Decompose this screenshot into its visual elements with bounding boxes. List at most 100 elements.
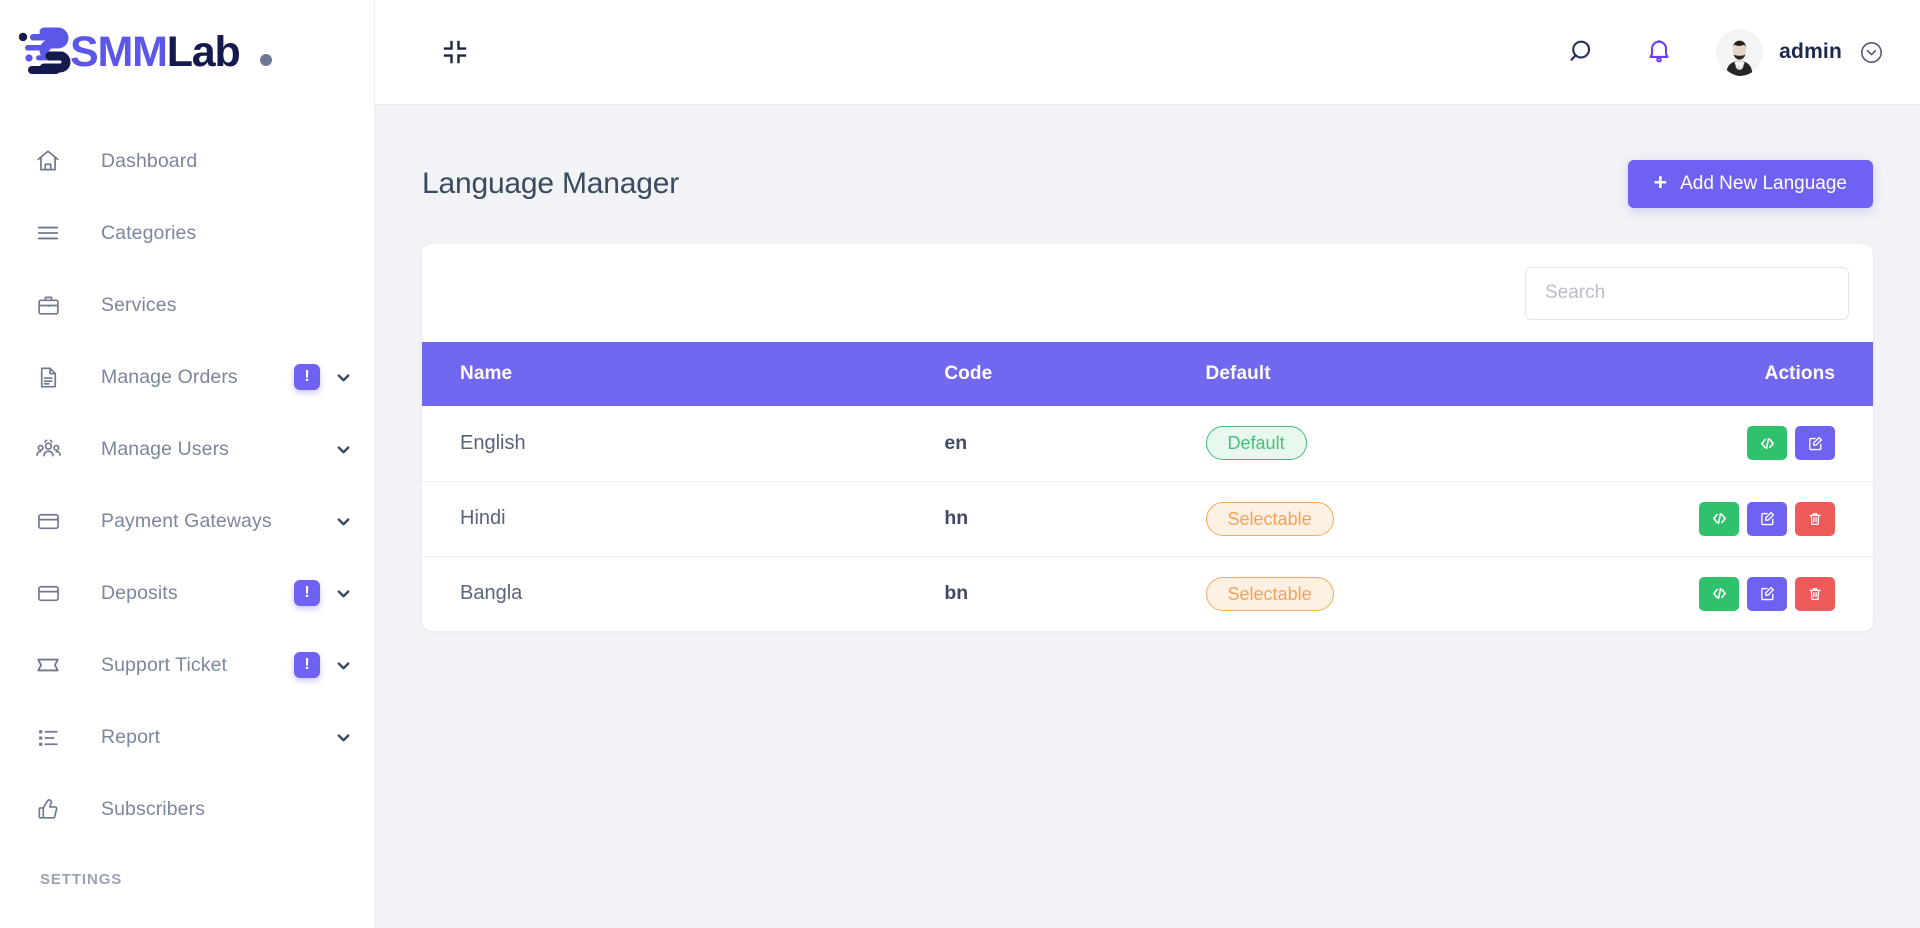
table-row: English en Default [422, 406, 1873, 481]
collapse-icon[interactable] [433, 30, 477, 74]
cell-language-name: Bangla [460, 582, 523, 605]
plus-icon: + [1653, 169, 1668, 195]
status-badge: Selectable [1205, 501, 1334, 536]
sidebar-item-subscribers[interactable]: Subscribers [0, 773, 374, 845]
sidebar-item-manage-orders[interactable]: Manage Orders ! [0, 341, 374, 413]
sidebar-item-dashboard[interactable]: Dashboard [0, 125, 374, 197]
cell-language-code: hn [944, 507, 969, 529]
report-list-icon [33, 722, 63, 752]
sidebar-item-payment-gateways[interactable]: Payment Gateways [0, 485, 374, 557]
row-action-group [1583, 501, 1835, 536]
sidebar-nav: Dashboard Categories Services Manage Ord… [0, 105, 374, 888]
sidebar-item-label: Dashboard [101, 149, 198, 172]
sidebar-item-label: Subscribers [101, 797, 206, 820]
page-title: Language Manager [422, 166, 680, 200]
alert-badge: ! [294, 652, 320, 678]
code-button[interactable] [1699, 576, 1739, 611]
brand-name-part1: SMM [70, 28, 168, 76]
home-icon [33, 146, 63, 176]
edit-button[interactable] [1795, 426, 1835, 461]
sidebar-item-label: Payment Gateways [101, 509, 272, 532]
topbar: admin [375, 0, 1920, 105]
delete-button[interactable] [1795, 501, 1835, 536]
avatar [1716, 28, 1764, 76]
chevron-down-icon[interactable] [332, 582, 354, 604]
chevron-down-icon[interactable] [332, 726, 354, 748]
document-icon [33, 362, 63, 392]
brand-name: SMMLab [70, 28, 241, 77]
table-header-row: Name Code Default Actions [422, 342, 1873, 406]
list-icon [33, 218, 63, 248]
username-label: admin [1779, 40, 1842, 63]
code-button[interactable] [1699, 501, 1739, 536]
alert-badge: ! [294, 580, 320, 606]
sidebar-item-label: Support Ticket [101, 653, 228, 676]
row-action-group [1583, 576, 1835, 611]
search-input[interactable] [1525, 266, 1849, 320]
cell-actions [1583, 556, 1873, 631]
sidebar-item-label: Report [101, 725, 161, 748]
edit-button[interactable] [1747, 576, 1787, 611]
add-new-language-button[interactable]: + Add New Language [1627, 159, 1873, 208]
sidebar-item-categories[interactable]: Categories [0, 197, 374, 269]
thumbs-up-icon [33, 794, 63, 824]
sidebar-item-support-ticket[interactable]: Support Ticket ! [0, 629, 374, 701]
chevron-down-circle-icon[interactable] [1858, 39, 1884, 65]
column-header-actions: Actions [1764, 363, 1835, 384]
brand-name-part2: Lab [166, 28, 241, 76]
sidebar-item-deposits[interactable]: Deposits ! [0, 557, 374, 629]
sidebar-item-manage-users[interactable]: Manage Users [0, 413, 374, 485]
main-area: admin Language Manager + Add New Languag… [375, 0, 1920, 928]
app-root: SMMLab Dashboard Categories Services Man… [0, 0, 1920, 928]
search-icon[interactable] [1560, 29, 1606, 75]
cell-language-code: bn [944, 582, 969, 605]
cell-language-code: en [944, 431, 968, 454]
cell-language-name: English [460, 431, 526, 454]
sidebar-item-label: Manage Orders [101, 365, 238, 388]
bell-icon[interactable] [1636, 29, 1682, 75]
briefcase-icon [33, 290, 63, 320]
cell-actions [1583, 481, 1873, 556]
page-content: Language Manager + Add New Language Name… [375, 105, 1920, 928]
cell-status: Default [1205, 406, 1583, 481]
table-toolbar [422, 244, 1873, 342]
alert-badge: ! [294, 364, 320, 390]
chevron-down-icon[interactable] [332, 366, 354, 388]
table-row: Bangla bn Selectable [422, 556, 1873, 631]
languages-table: Name Code Default Actions English en Def… [422, 342, 1873, 631]
sidebar-item-report[interactable]: Report [0, 701, 374, 773]
user-menu[interactable]: admin [1716, 28, 1884, 76]
logo-mark-icon [16, 24, 74, 82]
chevron-down-icon[interactable] [332, 510, 354, 532]
row-action-group [1583, 426, 1835, 461]
users-icon [33, 434, 63, 464]
column-header-default: Default [1205, 363, 1271, 384]
column-header-name: Name [460, 363, 513, 384]
sidebar-item-label: Categories [101, 221, 197, 244]
status-badge: Selectable [1205, 576, 1334, 611]
sidebar-section-title: SETTINGS [40, 871, 123, 888]
page-header: Language Manager + Add New Language [422, 105, 1873, 217]
status-badge: Default [1205, 426, 1307, 461]
cell-actions [1583, 406, 1873, 481]
chevron-down-icon[interactable] [332, 654, 354, 676]
cell-language-name: Hindi [460, 507, 506, 529]
brand-logo[interactable]: SMMLab [0, 0, 374, 105]
chevron-down-icon[interactable] [332, 438, 354, 460]
table-row: Hindi hn Selectable [422, 481, 1873, 556]
cell-status: Selectable [1205, 481, 1583, 556]
edit-button[interactable] [1747, 501, 1787, 536]
code-button[interactable] [1747, 426, 1787, 461]
ticket-icon [33, 650, 63, 680]
table-head: Name Code Default Actions [422, 342, 1873, 406]
credit-card-icon [33, 506, 63, 536]
add-button-label: Add New Language [1680, 172, 1847, 194]
sidebar: SMMLab Dashboard Categories Services Man… [0, 0, 375, 928]
credit-card-icon [33, 578, 63, 608]
sidebar-item-label: Manage Users [101, 437, 230, 460]
sidebar-item-services[interactable]: Services [0, 269, 374, 341]
languages-card: Name Code Default Actions English en [422, 244, 1873, 631]
cell-status: Selectable [1205, 556, 1583, 631]
delete-button[interactable] [1795, 576, 1835, 611]
column-header-code: Code [944, 363, 993, 384]
